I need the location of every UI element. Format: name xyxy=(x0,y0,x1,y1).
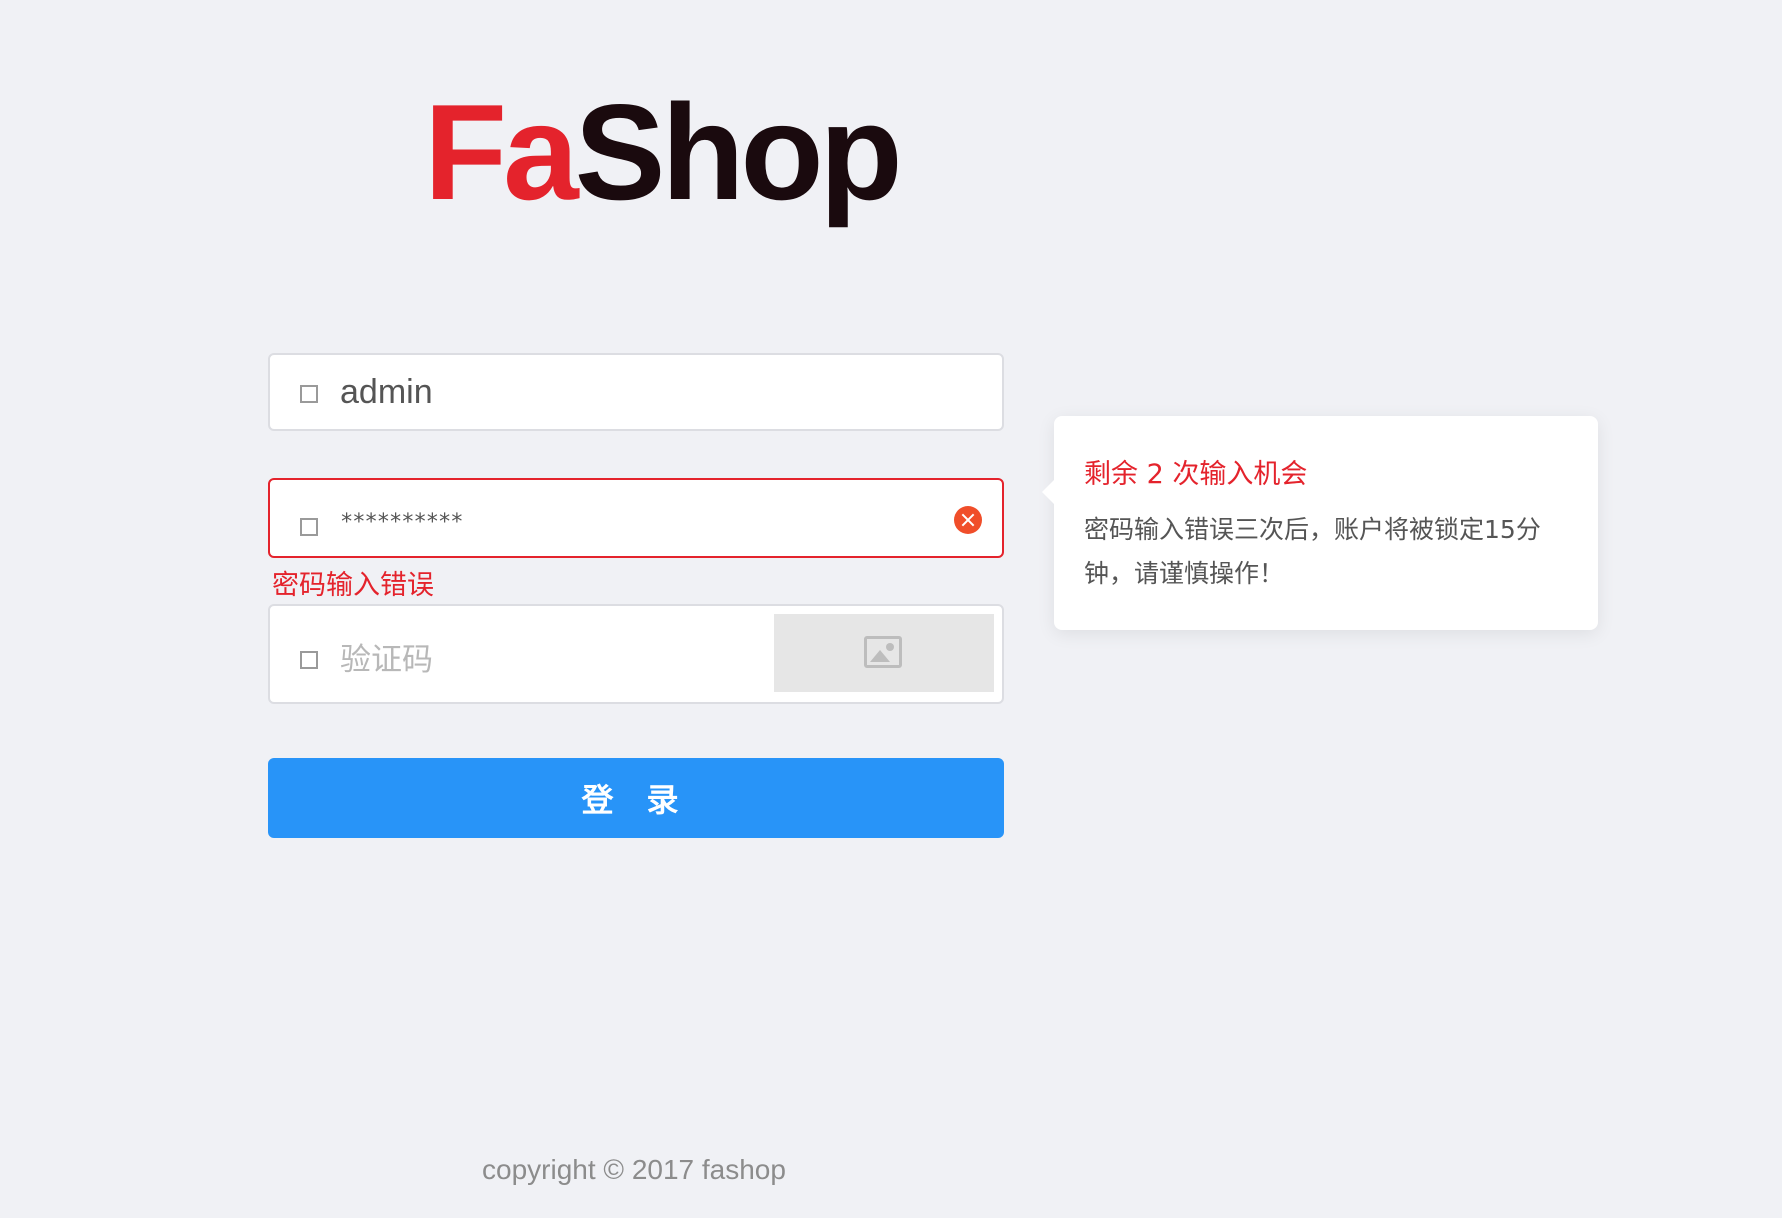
login-page: FaShop admin ********** 密码输入错误 验证码 登 录 剩… xyxy=(0,0,1782,1218)
user-icon xyxy=(300,385,318,403)
username-value[interactable]: admin xyxy=(340,373,433,412)
captcha-input[interactable]: 验证码 xyxy=(340,634,433,679)
clear-icon[interactable] xyxy=(954,506,982,534)
password-error-message: 密码输入错误 xyxy=(272,570,434,601)
shield-icon xyxy=(300,651,318,669)
password-field[interactable]: ********** xyxy=(268,478,1004,558)
tooltip-arrow xyxy=(1042,480,1054,504)
lock-icon xyxy=(300,518,318,536)
attempts-tooltip: 剩余 2 次输入机会 密码输入错误三次后，账户将被锁定15分钟，请谨慎操作！ xyxy=(1042,416,1598,630)
tooltip-title: 剩余 2 次输入机会 xyxy=(1084,459,1308,490)
logo-part-shop: Shop xyxy=(574,76,903,228)
password-value[interactable]: ********** xyxy=(340,510,463,535)
captcha-image[interactable] xyxy=(774,614,994,692)
username-field[interactable]: admin xyxy=(268,353,1004,431)
logo-part-fa: Fa xyxy=(424,76,579,228)
fashop-logo: FaShop xyxy=(424,84,903,220)
tooltip-body: 密码输入错误三次后，账户将被锁定15分钟，请谨慎操作！ xyxy=(1084,515,1541,588)
copyright-text: copyright © 2017 fashop xyxy=(482,1154,786,1185)
image-placeholder-icon xyxy=(864,636,902,668)
login-button[interactable]: 登 录 xyxy=(268,758,1004,838)
captcha-field[interactable]: 验证码 xyxy=(268,604,1004,704)
